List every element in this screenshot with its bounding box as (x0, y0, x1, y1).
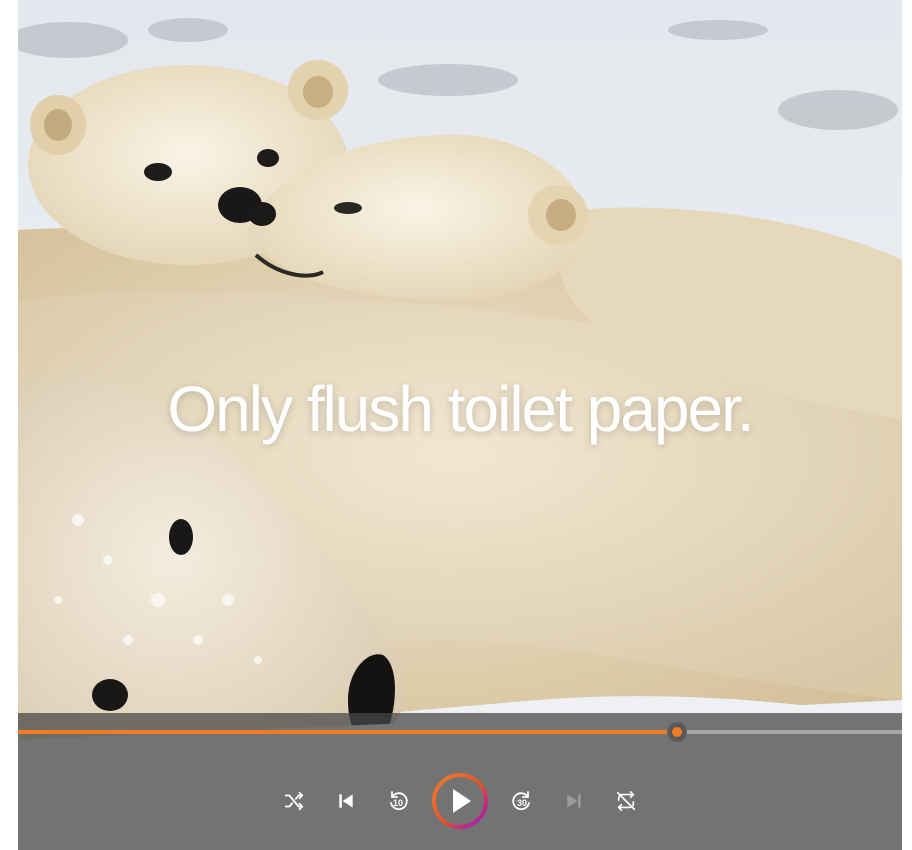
next-icon (567, 794, 581, 808)
skip-forward-seconds: 30 (517, 798, 528, 808)
repeat-off-icon (616, 791, 636, 811)
video-caption: Only flush toilet paper. (167, 373, 754, 445)
next-button[interactable] (554, 781, 594, 821)
shuffle-icon (284, 791, 304, 811)
seek-thumb[interactable] (666, 722, 687, 742)
skip-back-seconds: 10 (393, 798, 404, 808)
player-controls-bar: 10 30 (18, 713, 902, 850)
seek-bar[interactable] (18, 722, 902, 742)
previous-icon (339, 794, 353, 808)
play-icon (453, 789, 471, 813)
previous-button[interactable] (326, 781, 366, 821)
video-player: Only flush toilet paper. 10 30 (18, 0, 902, 850)
repeat-button[interactable] (606, 781, 646, 821)
play-button[interactable] (430, 771, 490, 831)
skip-back-button[interactable]: 10 (378, 781, 418, 821)
seek-progress (18, 730, 677, 734)
playback-buttons: 10 30 (18, 771, 902, 831)
skip-forward-button[interactable]: 30 (502, 781, 542, 821)
shuffle-button[interactable] (274, 781, 314, 821)
